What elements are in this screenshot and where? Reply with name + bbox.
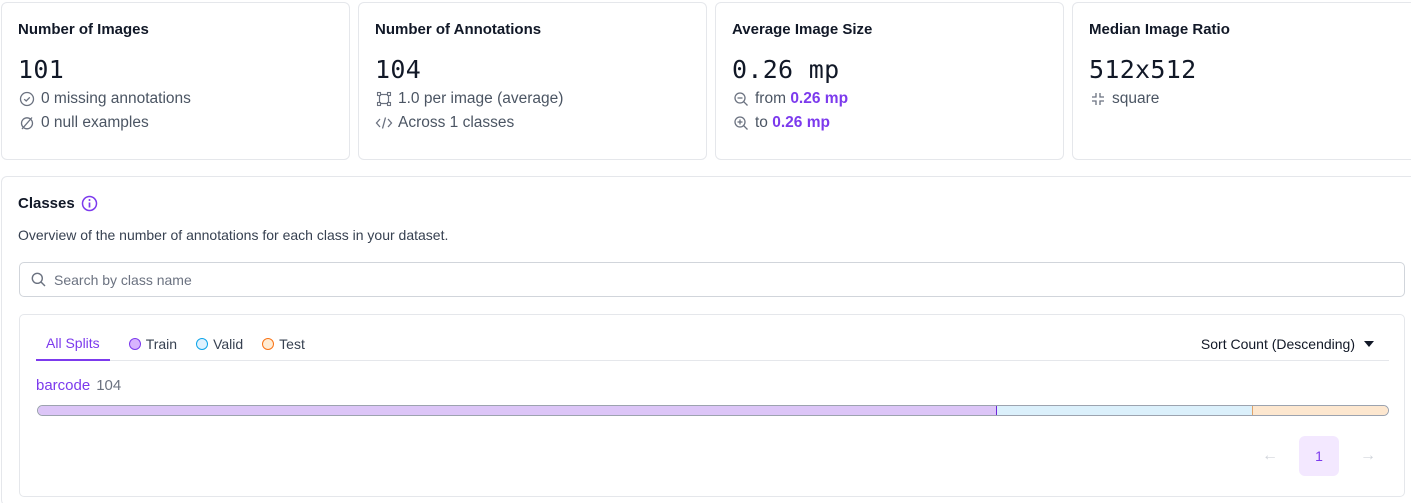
class-count: 104 bbox=[96, 377, 122, 394]
tab-label: Test bbox=[279, 335, 305, 352]
card-value: 101 bbox=[18, 55, 65, 84]
prev-page-icon[interactable]: ← bbox=[1251, 436, 1289, 476]
ratio-shape-text: square bbox=[1112, 90, 1160, 107]
card-value: 512x512 bbox=[1089, 55, 1197, 84]
test-dot-icon bbox=[262, 337, 275, 350]
page-number-button[interactable]: 1 bbox=[1299, 436, 1339, 476]
info-icon[interactable] bbox=[81, 195, 98, 212]
tab-label: Valid bbox=[213, 335, 244, 352]
missing-annotations-line: 0 missing annotations bbox=[18, 89, 333, 109]
size-to-line: to 0.26 mp bbox=[732, 113, 1047, 133]
check-circle-icon bbox=[18, 90, 36, 108]
search-icon bbox=[31, 272, 46, 287]
split-tabs: All Splits Train Valid Test Sort Count (… bbox=[36, 327, 1389, 361]
empty-set-icon bbox=[18, 114, 36, 132]
null-examples-text: 0 null examples bbox=[41, 114, 149, 131]
card-title: Average Image Size bbox=[732, 21, 873, 38]
per-image-text: 1.0 per image (average) bbox=[398, 90, 564, 107]
code-icon bbox=[375, 114, 393, 132]
size-from-value[interactable]: 0.26 mp bbox=[790, 89, 848, 109]
train-segment bbox=[38, 406, 997, 415]
card-title: Number of Annotations bbox=[375, 21, 542, 38]
null-examples-line: 0 null examples bbox=[18, 113, 333, 133]
stat-card-image-ratio: Median Image Ratio 512x512 square bbox=[1072, 2, 1411, 160]
classes-count-text: Across 1 classes bbox=[398, 114, 515, 131]
class-name[interactable]: barcode bbox=[36, 377, 90, 394]
per-image-line: 1.0 per image (average) bbox=[375, 89, 690, 109]
classes-heading: Classes bbox=[18, 195, 98, 212]
classes-panel: Classes Overview of the number of annota… bbox=[1, 176, 1411, 503]
stat-card-images: Number of Images 101 0 missing annotatio… bbox=[1, 2, 350, 160]
test-segment bbox=[1253, 406, 1388, 415]
class-row: barcode 104 bbox=[36, 377, 121, 394]
missing-annotations-text: 0 missing annotations bbox=[41, 90, 191, 107]
next-page-icon[interactable]: → bbox=[1349, 436, 1387, 476]
sort-dropdown[interactable]: Sort Count (Descending) bbox=[1201, 327, 1374, 360]
sort-label: Sort Count (Descending) bbox=[1200, 335, 1355, 352]
zoom-in-icon bbox=[732, 114, 750, 132]
classes-subtitle: Overview of the number of annotations fo… bbox=[18, 227, 449, 243]
pagination: ← 1 → bbox=[1251, 436, 1387, 476]
bounding-box-icon bbox=[375, 90, 393, 108]
tab-valid[interactable]: Valid bbox=[196, 327, 243, 360]
card-value: 104 bbox=[375, 55, 422, 84]
zoom-out-icon bbox=[732, 90, 750, 108]
size-to-label: to bbox=[755, 114, 768, 131]
class-search-input[interactable] bbox=[54, 271, 654, 288]
caret-down-icon bbox=[1364, 340, 1374, 347]
stat-card-image-size: Average Image Size 0.26 mp from 0.26 mp … bbox=[715, 2, 1064, 160]
tab-label: Train bbox=[145, 335, 178, 352]
valid-dot-icon bbox=[196, 337, 209, 350]
size-from-line: from 0.26 mp bbox=[732, 89, 1047, 109]
class-split-bar bbox=[37, 405, 1389, 416]
tab-train[interactable]: Train bbox=[128, 327, 178, 360]
tab-test[interactable]: Test bbox=[262, 327, 305, 360]
size-from-label: from bbox=[755, 90, 786, 107]
classes-title: Classes bbox=[18, 195, 75, 212]
valid-segment bbox=[996, 406, 1253, 415]
class-search-box[interactable] bbox=[19, 262, 1405, 297]
tab-all-splits[interactable]: All Splits bbox=[36, 327, 110, 361]
card-title: Number of Images bbox=[18, 21, 149, 38]
train-dot-icon bbox=[128, 337, 141, 350]
card-value: 0.26 mp bbox=[732, 55, 840, 84]
classes-count-line: Across 1 classes bbox=[375, 113, 690, 133]
class-splits-box: All Splits Train Valid Test Sort Count (… bbox=[19, 314, 1405, 497]
stat-card-annotations: Number of Annotations 104 1.0 per image … bbox=[358, 2, 707, 160]
ratio-shape-line: square bbox=[1089, 89, 1405, 109]
minimize-icon bbox=[1089, 90, 1107, 108]
tab-label: All Splits bbox=[46, 335, 100, 351]
card-title: Median Image Ratio bbox=[1089, 21, 1230, 38]
size-to-value[interactable]: 0.26 mp bbox=[772, 113, 830, 133]
